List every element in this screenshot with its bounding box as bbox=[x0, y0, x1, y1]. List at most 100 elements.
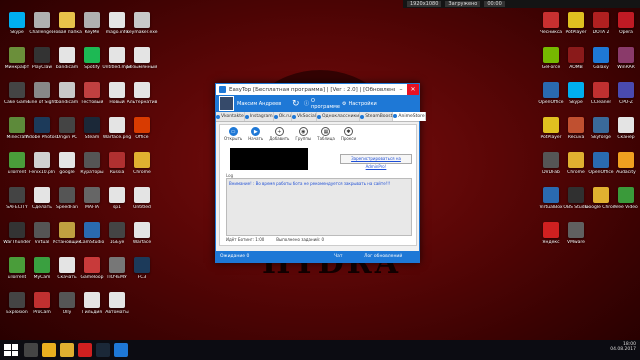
app-icon bbox=[84, 187, 100, 203]
yandex-icon[interactable] bbox=[78, 343, 92, 357]
steam-icon[interactable] bbox=[96, 343, 110, 357]
desktop-icon[interactable]: Альтернатив bbox=[127, 82, 157, 114]
groups-button[interactable]: ◉ Группы bbox=[295, 127, 311, 141]
desktop-icon-label: Spotify bbox=[84, 65, 100, 70]
settings-button[interactable]: ⚙ Настройки bbox=[342, 101, 377, 107]
app-icon bbox=[593, 12, 609, 28]
app-icon bbox=[593, 117, 609, 133]
desktop-icon-label: VirtualBox bbox=[539, 205, 563, 210]
desktop-icon-label: Steam bbox=[84, 135, 100, 140]
app-icon bbox=[84, 117, 100, 133]
tab-vkontakte[interactable]: Vkontakte bbox=[216, 112, 245, 121]
app-icon bbox=[134, 117, 150, 133]
desktop-icon[interactable]: Audacity bbox=[611, 152, 640, 184]
close-button[interactable]: ✕ bbox=[407, 84, 419, 95]
tab-icon bbox=[244, 114, 249, 119]
tab-instagram[interactable]: Instagram bbox=[244, 112, 274, 121]
desktop-icon[interactable]: Office bbox=[127, 117, 157, 149]
time-indicator: 00:00 bbox=[484, 1, 505, 7]
desktop-icon-label: DVDFab bbox=[542, 170, 560, 175]
desktop-icon-label: 1GEye bbox=[109, 240, 125, 245]
table-button[interactable]: ▦ Таблица bbox=[317, 127, 335, 141]
app-icon bbox=[59, 82, 75, 98]
changelog-button[interactable]: Лог обновлений bbox=[364, 254, 419, 259]
desktop-icon-label: Gameloop bbox=[80, 275, 104, 280]
desktop-icon-label: VMware bbox=[567, 240, 585, 245]
desktop-icon-label: Гильдия bbox=[82, 310, 102, 315]
tab-odnoklassniki[interactable]: Одноклассники bbox=[317, 112, 361, 121]
chrome-icon[interactable] bbox=[60, 343, 74, 357]
desktop-icon-label: uTorrent bbox=[7, 275, 27, 280]
search-icon[interactable] bbox=[24, 343, 38, 357]
desktop-icon-label: Opera bbox=[619, 30, 633, 35]
tool-label: Начать bbox=[248, 136, 264, 141]
desktop-icon[interactable]: FC3 bbox=[127, 257, 157, 289]
desktop-icon-label: bandicam bbox=[55, 65, 79, 70]
register-link[interactable]: Зарегистрироваться на AdminPro! bbox=[340, 154, 412, 169]
desktop-icon-label: PotPlayer bbox=[565, 30, 587, 35]
top-status-bar: 1920x1080 Загружено 00:00 bbox=[403, 0, 640, 8]
desktop-icon[interactable]: Chrome bbox=[127, 152, 157, 184]
desktop-icon[interactable]: WinRAR bbox=[611, 47, 640, 79]
desktop-icon-label: Сделать bbox=[32, 205, 52, 210]
tab-steamboost[interactable]: SteamBoost bbox=[360, 112, 394, 121]
desktop-icon[interactable]: keymaker.exe bbox=[126, 12, 158, 44]
desktop-icon-label: Galaxy bbox=[593, 65, 609, 70]
app-icon bbox=[219, 86, 226, 93]
app-icon bbox=[109, 292, 125, 308]
desktop-icon-label: Warface bbox=[132, 240, 152, 245]
easytop-taskbar-icon[interactable] bbox=[114, 343, 128, 357]
taskbar: 18:00 04.08.2017 bbox=[0, 340, 640, 360]
desktop-icon[interactable]: Warface bbox=[127, 222, 157, 254]
app-icon bbox=[618, 152, 634, 168]
desktop-icon[interactable]: Безымянный bbox=[127, 47, 157, 79]
groups-icon: ◉ bbox=[298, 127, 308, 136]
settings-label: Настройки bbox=[348, 100, 377, 107]
desktop-icon[interactable]: CPU-Z bbox=[611, 82, 640, 114]
desktop-icon[interactable]: Сканер bbox=[611, 117, 640, 149]
app-icon bbox=[593, 152, 609, 168]
about-button[interactable]: ⓘ О программе bbox=[304, 98, 342, 110]
proxy-button[interactable]: ✱ Прокси bbox=[341, 127, 356, 141]
open-button[interactable]: ▭ Открыть bbox=[224, 127, 242, 141]
system-tray[interactable]: 18:00 04.08.2017 bbox=[610, 342, 636, 352]
desktop-icon-label: GeForce bbox=[541, 65, 561, 70]
desktop-icon-label: FC3 bbox=[137, 275, 147, 280]
desktop-icon[interactable]: Автоматы bbox=[102, 292, 132, 324]
refresh-icon[interactable]: ↻ bbox=[292, 99, 304, 109]
minimize-button[interactable]: – bbox=[395, 84, 407, 95]
desktop-icon-label: Сканер bbox=[617, 135, 635, 140]
app-icon bbox=[618, 47, 634, 63]
proxy-icon: ✱ bbox=[343, 127, 353, 136]
desktop-icon-label: Минкрафт bbox=[4, 65, 30, 70]
app-icon bbox=[84, 257, 100, 273]
tab-bar: Vkontakte Instagram Ok.ru VkSocial Однок… bbox=[216, 112, 426, 122]
tab-animestore[interactable]: AnimeStore bbox=[393, 112, 426, 121]
tab-okru[interactable]: Ok.ru bbox=[273, 112, 292, 121]
app-icon bbox=[9, 117, 25, 133]
desktop-icon-label: Russia bbox=[109, 170, 125, 175]
easytop-window[interactable]: EasyTop [Бесплатная программа] | [Ver : … bbox=[215, 83, 426, 263]
window-titlebar[interactable]: EasyTop [Бесплатная программа] | [Ver : … bbox=[216, 84, 419, 95]
desktop-icon[interactable]: Opera bbox=[611, 12, 640, 44]
start-button[interactable]: ▶ Начать bbox=[248, 127, 263, 141]
tab-vksocial[interactable]: VkSocial bbox=[291, 112, 318, 121]
add-button[interactable]: + Добавить bbox=[269, 127, 289, 141]
desktop-icon-label: Skype bbox=[10, 30, 24, 35]
desktop-icon[interactable]: Untitled bbox=[127, 187, 157, 219]
app-icon bbox=[568, 82, 584, 98]
app-icon bbox=[134, 222, 150, 238]
tab-icon bbox=[317, 114, 322, 119]
log-area[interactable]: Внимание! : Во время работы бота не реко… bbox=[226, 178, 412, 236]
app-icon bbox=[618, 187, 634, 203]
warning-text: Внимание! : Во время работы бота не реко… bbox=[229, 181, 391, 186]
explorer-icon[interactable] bbox=[42, 343, 56, 357]
chat-button[interactable]: Чат bbox=[334, 254, 364, 259]
desktop-icon[interactable]: Free Video bbox=[611, 187, 640, 219]
start-button[interactable] bbox=[4, 344, 18, 356]
app-icon bbox=[84, 152, 100, 168]
app-icon bbox=[568, 222, 584, 238]
app-icon bbox=[543, 117, 559, 133]
add-icon: + bbox=[274, 127, 284, 136]
desktop-icon[interactable]: VMware bbox=[561, 222, 591, 254]
